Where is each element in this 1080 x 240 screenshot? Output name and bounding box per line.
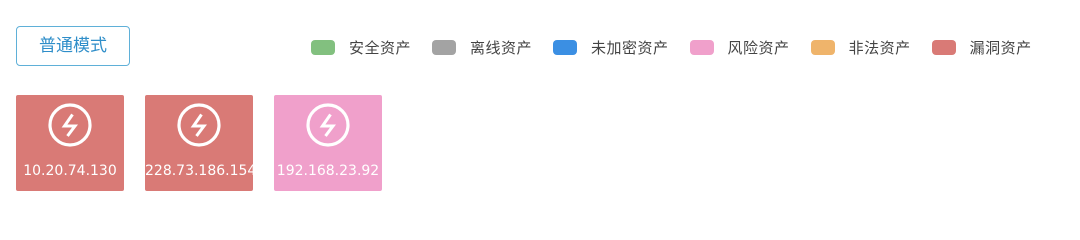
asset-card[interactable]: 228.73.186.154 (145, 95, 253, 191)
lightning-icon (306, 103, 350, 147)
legend-item-safe[interactable]: 安全资产 (311, 37, 411, 58)
legend-label: 离线资产 (470, 38, 533, 57)
legend-label: 安全资产 (349, 38, 412, 57)
legend-swatch (553, 39, 578, 55)
legend-item-risk[interactable]: 风险资产 (689, 37, 790, 58)
legend: 安全资产 离线资产 未加密资产 风险资产 非法资产 漏洞资产 (311, 36, 1032, 58)
asset-card[interactable]: 192.168.23.92 (274, 95, 382, 191)
asset-card[interactable]: 10.20.74.130 (16, 95, 124, 191)
legend-item-vulnerable[interactable]: 漏洞资产 (931, 37, 1032, 58)
legend-item-unencrypted[interactable]: 未加密资产 (553, 37, 669, 58)
legend-swatch (810, 39, 835, 55)
legend-item-illegal[interactable]: 非法资产 (810, 37, 911, 58)
lightning-icon (48, 103, 92, 147)
legend-label: 未加密资产 (591, 38, 669, 57)
legend-item-offline[interactable]: 离线资产 (432, 37, 532, 58)
legend-label: 风险资产 (727, 38, 790, 57)
lightning-icon (177, 103, 221, 147)
legend-swatch (311, 39, 335, 55)
legend-swatch (432, 39, 457, 55)
asset-ip-label: 192.168.23.92 (276, 163, 380, 179)
legend-swatch (931, 39, 956, 55)
asset-ip-label: 10.20.74.130 (23, 163, 117, 179)
normal-mode-button[interactable]: 普通模式 (16, 26, 130, 66)
asset-panel: 普通模式 安全资产 离线资产 未加密资产 风险资产 非法资产 漏洞资产 10.2… (0, 0, 1080, 205)
legend-label: 漏洞资产 (969, 38, 1032, 57)
legend-swatch (689, 39, 714, 55)
asset-ip-label: 228.73.186.154 (145, 163, 253, 179)
legend-label: 非法资产 (848, 38, 911, 57)
